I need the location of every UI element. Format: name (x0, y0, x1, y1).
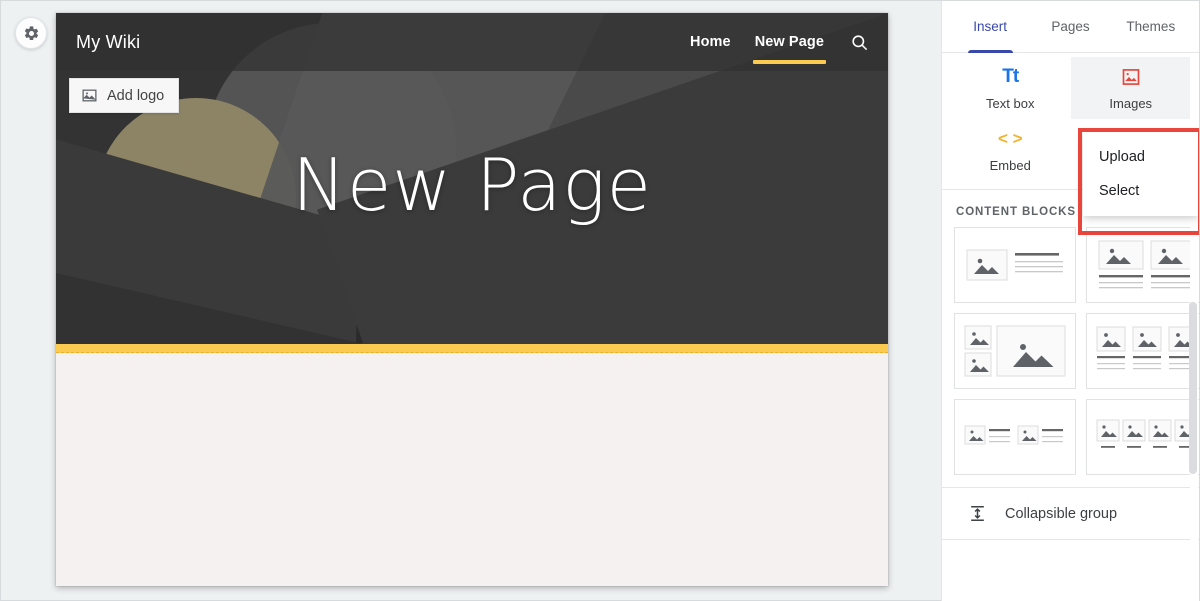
gear-icon (23, 25, 40, 42)
add-logo-button[interactable]: Add logo (69, 78, 180, 113)
content-blocks-title: CONTENT BLOCKS (956, 205, 1076, 218)
images-dropdown-menu: Upload Select (1083, 132, 1198, 216)
insert-panel: Insert Pages Themes Tt Text box Images <… (941, 1, 1199, 601)
menu-item-upload[interactable]: Upload (1083, 140, 1198, 174)
insert-images-button[interactable]: Images (1070, 57, 1191, 119)
nav-item-new-page[interactable]: New Page (743, 13, 836, 71)
tab-insert[interactable]: Insert (950, 1, 1030, 53)
add-logo-label: Add logo (107, 87, 165, 104)
insert-embed-label: Embed (989, 157, 1031, 173)
content-block-two-small-one-large[interactable] (954, 313, 1076, 389)
site-title[interactable]: My Wiki (76, 32, 140, 53)
insert-text-box-label: Text box (986, 95, 1035, 111)
nav-item-home[interactable]: Home (678, 13, 743, 71)
hero-page-title[interactable]: New Page (56, 143, 888, 227)
embed-icon: < > (997, 128, 1023, 148)
site-search-button[interactable] (836, 13, 882, 71)
image-placeholder-icon (81, 87, 98, 104)
site-editor-window: My Wiki Home New Page Add logo New Page … (0, 0, 1200, 601)
tab-themes[interactable]: Themes (1111, 1, 1191, 52)
images-icon (1121, 66, 1141, 88)
text-box-icon: Tt (1002, 65, 1019, 87)
collapsible-group-button[interactable]: Collapsible group (942, 488, 1199, 540)
panel-scrollbar-thumb[interactable] (1189, 302, 1197, 474)
search-icon (850, 33, 869, 52)
collapsible-group-icon (968, 504, 987, 523)
collapsible-group-label: Collapsible group (1005, 505, 1118, 522)
site-nav: Home New Page (678, 13, 888, 71)
panel-tabs: Insert Pages Themes (942, 1, 1199, 53)
insert-text-box-button[interactable]: Tt Text box (950, 57, 1071, 119)
page-body-area[interactable] (56, 353, 888, 586)
content-block-four-images-captions[interactable] (1086, 399, 1199, 475)
settings-gear-button[interactable] (15, 17, 47, 49)
site-preview-canvas[interactable]: My Wiki Home New Page Add logo New Page (56, 13, 888, 586)
content-block-image-left-text-right[interactable] (954, 227, 1076, 303)
hero-banner[interactable]: My Wiki Home New Page Add logo New Page (56, 13, 888, 344)
hero-accent-divider (56, 344, 888, 353)
tab-pages[interactable]: Pages (1030, 1, 1110, 52)
menu-item-select[interactable]: Select (1083, 174, 1198, 208)
content-block-two-images-two-captions[interactable] (1086, 227, 1199, 303)
content-block-three-images-three-captions[interactable] (1086, 313, 1199, 389)
content-block-two-image-text-pairs[interactable] (954, 399, 1076, 475)
insert-images-label: Images (1109, 95, 1153, 111)
content-blocks-grid (942, 227, 1199, 487)
insert-embed-button[interactable]: < > Embed (950, 119, 1071, 181)
site-header-bar: My Wiki Home New Page (56, 13, 888, 71)
